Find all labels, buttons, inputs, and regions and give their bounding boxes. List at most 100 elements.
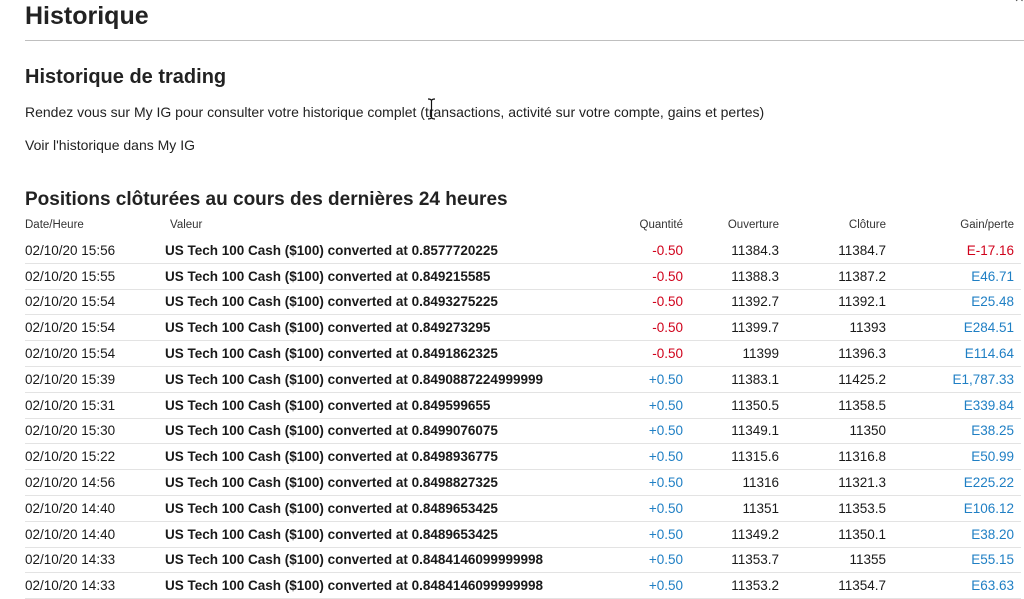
column-header-date[interactable]: Date/Heure (25, 219, 165, 238)
cell-pl: E339.84 (886, 392, 1021, 419)
cell-close: 11316.8 (779, 443, 886, 471)
cell-value: US Tech 100 Cash ($100) converted at 0.8… (165, 392, 608, 419)
table-row[interactable]: 02/10/20 14:33 US Tech 100 Cash ($100) co… (25, 572, 1021, 599)
cell-open: 11399 (683, 340, 779, 367)
cell-close: 11387.2 (779, 263, 886, 290)
cell-quantity: +0.50 (608, 572, 683, 599)
cell-close: 11350 (779, 418, 886, 445)
cell-date: 02/10/20 15:39 (25, 366, 165, 393)
table-row[interactable]: 02/10/20 15:30 US Tech 100 Cash ($100) co… (25, 418, 1021, 445)
cell-value: US Tech 100 Cash ($100) converted at 0.8… (165, 238, 608, 264)
cell-pl: E106.12 (886, 495, 1021, 522)
cell-open: 11353.2 (683, 572, 779, 599)
column-header-close[interactable]: Clôture (779, 219, 886, 238)
cell-quantity: -0.50 (608, 314, 683, 342)
cell-pl: E1,787.33 (886, 366, 1021, 393)
cell-date: 02/10/20 15:31 (25, 392, 165, 419)
cell-value: US Tech 100 Cash ($100) converted at 0.8… (165, 443, 608, 471)
cell-quantity: +0.50 (608, 366, 683, 393)
cell-quantity: -0.50 (608, 263, 683, 290)
trading-history-title: Historique de trading (25, 66, 227, 88)
cell-pl: E63.63 (886, 572, 1021, 599)
cell-open: 11383.1 (683, 366, 779, 393)
cell-date: 02/10/20 14:56 (25, 469, 165, 496)
cell-open: 11316 (683, 469, 779, 496)
cell-value: US Tech 100 Cash ($100) converted at 0.8… (165, 366, 608, 393)
cell-pl: E225.22 (886, 469, 1021, 496)
table-header-row: Date/Heure Valeur Quantité Ouverture Clô… (25, 219, 1021, 238)
cell-close: 11392.1 (779, 289, 886, 316)
cell-pl: E25.48 (886, 289, 1021, 316)
table-row[interactable]: 02/10/20 14:40 US Tech 100 Cash ($100) co… (25, 495, 1021, 522)
closed-positions-table: Date/Heure Valeur Quantité Ouverture Clô… (25, 219, 1021, 599)
page-title: Historique (25, 2, 149, 30)
table-row[interactable]: 02/10/20 14:40 US Tech 100 Cash ($100) co… (25, 521, 1021, 548)
cell-value: US Tech 100 Cash ($100) converted at 0.8… (165, 418, 608, 445)
cell-quantity: +0.50 (608, 392, 683, 419)
table-row[interactable]: 02/10/20 15:56 US Tech 100 Cash ($100) co… (25, 238, 1021, 264)
cell-quantity: +0.50 (608, 469, 683, 496)
cell-open: 11351 (683, 495, 779, 522)
cell-open: 11384.3 (683, 238, 779, 264)
cell-close: 11384.7 (779, 238, 886, 264)
cell-value: US Tech 100 Cash ($100) converted at 0.8… (165, 340, 608, 367)
table-row[interactable]: 02/10/20 15:55 US Tech 100 Cash ($100) co… (25, 263, 1021, 290)
cell-value: US Tech 100 Cash ($100) converted at 0.8… (165, 495, 608, 522)
cell-date: 02/10/20 15:54 (25, 340, 165, 367)
cell-date: 02/10/20 15:30 (25, 418, 165, 445)
title-divider (25, 40, 1024, 41)
cell-value: US Tech 100 Cash ($100) converted at 0.8… (165, 521, 608, 548)
column-header-pl[interactable]: Gain/perte (886, 219, 1021, 238)
cell-close: 11396.3 (779, 340, 886, 367)
cell-date: 02/10/20 15:56 (25, 238, 165, 264)
cell-date: 02/10/20 14:33 (25, 572, 165, 599)
cell-close: 11393 (779, 314, 886, 342)
cell-close: 11354.7 (779, 572, 886, 599)
cell-close: 11321.3 (779, 469, 886, 496)
cell-date: 02/10/20 15:55 (25, 263, 165, 290)
column-header-open[interactable]: Ouverture (683, 219, 779, 238)
cell-value: US Tech 100 Cash ($100) converted at 0.8… (165, 572, 608, 599)
cell-value: US Tech 100 Cash ($100) converted at 0.8… (165, 469, 608, 496)
cell-date: 02/10/20 14:40 (25, 521, 165, 548)
cell-quantity: -0.50 (608, 238, 683, 264)
cell-pl: E284.51 (886, 314, 1021, 342)
cell-close: 11350.1 (779, 521, 886, 548)
table-row[interactable]: 02/10/20 14:56 US Tech 100 Cash ($100) co… (25, 469, 1021, 496)
cell-date: 02/10/20 15:22 (25, 443, 165, 471)
cell-open: 11399.7 (683, 314, 779, 342)
cell-date: 02/10/20 14:40 (25, 495, 165, 522)
table-row[interactable]: 02/10/20 15:54 US Tech 100 Cash ($100) co… (25, 314, 1021, 342)
cell-value: US Tech 100 Cash ($100) converted at 0.8… (165, 289, 608, 316)
positions-table-body: 02/10/20 15:56 US Tech 100 Cash ($100) co… (25, 238, 1021, 599)
cell-quantity: +0.50 (608, 418, 683, 445)
cell-pl: E114.64 (886, 340, 1021, 367)
cell-pl: E38.20 (886, 521, 1021, 548)
view-history-link[interactable]: Voir l'historique dans My IG (25, 137, 195, 153)
cell-close: 11425.2 (779, 366, 886, 393)
table-row[interactable]: 02/10/20 15:31 US Tech 100 Cash ($100) co… (25, 392, 1021, 419)
close-icon[interactable]: × (1015, 0, 1024, 8)
table-row[interactable]: 02/10/20 15:39 US Tech 100 Cash ($100) co… (25, 366, 1021, 393)
table-row[interactable]: 02/10/20 14:33 US Tech 100 Cash ($100) co… (25, 547, 1021, 574)
cell-quantity: +0.50 (608, 495, 683, 522)
cell-open: 11392.7 (683, 289, 779, 316)
cell-open: 11388.3 (683, 263, 779, 290)
cell-date: 02/10/20 15:54 (25, 289, 165, 316)
table-row[interactable]: 02/10/20 15:54 US Tech 100 Cash ($100) co… (25, 340, 1021, 367)
column-header-value[interactable]: Valeur (165, 219, 608, 238)
cell-open: 11349.2 (683, 521, 779, 548)
cell-open: 11349.1 (683, 418, 779, 445)
cell-quantity: +0.50 (608, 547, 683, 574)
cell-date: 02/10/20 14:33 (25, 547, 165, 574)
cell-close: 11358.5 (779, 392, 886, 419)
closed-positions-title: Positions clôturées au cours des dernièr… (25, 189, 508, 210)
table-row[interactable]: 02/10/20 15:22 US Tech 100 Cash ($100) co… (25, 443, 1021, 471)
cell-open: 11315.6 (683, 443, 779, 471)
column-header-quantity[interactable]: Quantité (608, 219, 683, 238)
cell-close: 11355 (779, 547, 886, 574)
table-row[interactable]: 02/10/20 15:54 US Tech 100 Cash ($100) co… (25, 289, 1021, 316)
cell-pl: E50.99 (886, 443, 1021, 471)
cell-pl: E38.25 (886, 418, 1021, 445)
cell-date: 02/10/20 15:54 (25, 314, 165, 342)
